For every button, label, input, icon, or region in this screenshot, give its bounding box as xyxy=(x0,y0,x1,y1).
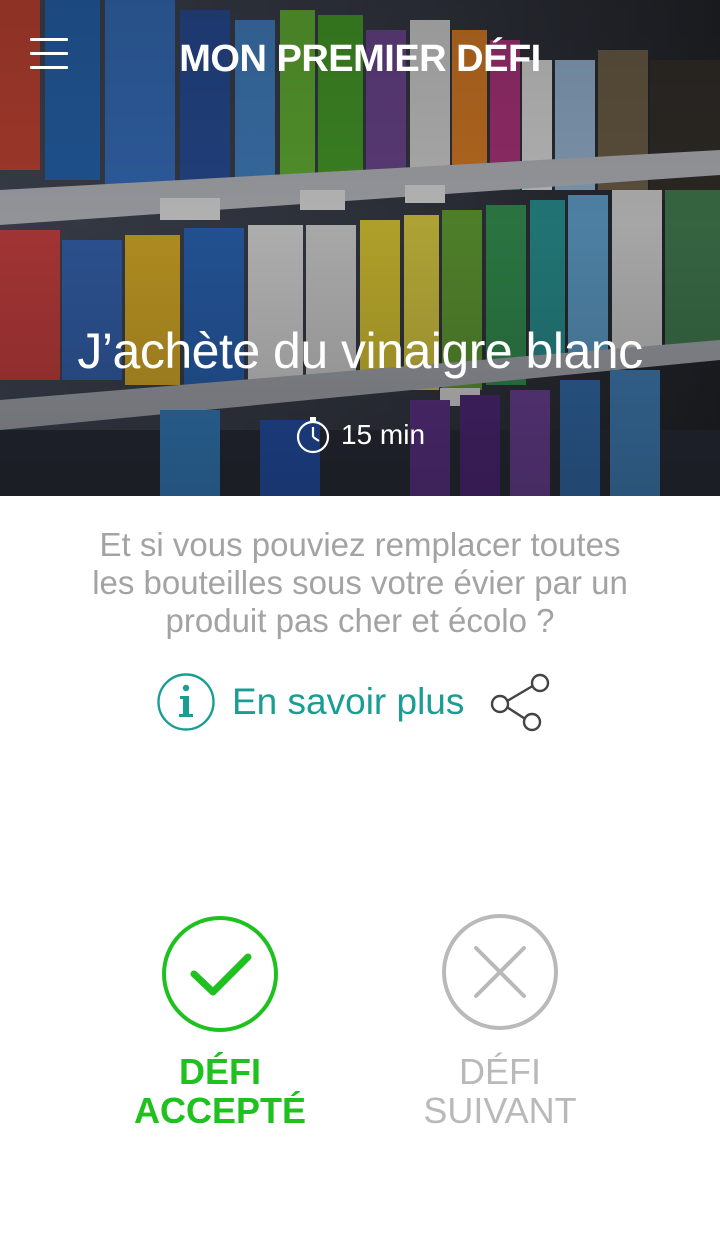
next-challenge-button[interactable]: DÉFI SUIVANT xyxy=(380,912,620,1130)
checkmark-circle-icon xyxy=(162,916,278,1032)
learn-more-label: En savoir plus xyxy=(232,681,465,722)
app-title: MON PREMIER DÉFI xyxy=(179,38,541,80)
stopwatch-icon xyxy=(296,417,330,454)
challenge-description: Et si vous pouviez remplacer toutes les … xyxy=(92,526,628,639)
info-row: En savoir plus xyxy=(0,670,720,734)
duration-label: 15 min xyxy=(340,419,426,450)
challenge-title: J’achète du vinaigre blanc xyxy=(77,323,643,379)
share-icon xyxy=(490,673,550,732)
share-button[interactable] xyxy=(486,672,552,734)
learn-more-link[interactable]: En savoir plus xyxy=(156,670,464,734)
close-circle-icon xyxy=(442,914,558,1030)
accept-challenge-button[interactable]: DÉFI ACCEPTÉ xyxy=(100,912,340,1130)
accept-label: DÉFI ACCEPTÉ xyxy=(133,1051,307,1131)
hero-banner: MON PREMIER DÉFI J’achète du vinaigre bl… xyxy=(0,0,720,496)
challenge-duration: 15 min xyxy=(0,414,720,456)
next-label: DÉFI SUIVANT xyxy=(423,1051,577,1131)
info-circle-icon xyxy=(157,673,215,731)
